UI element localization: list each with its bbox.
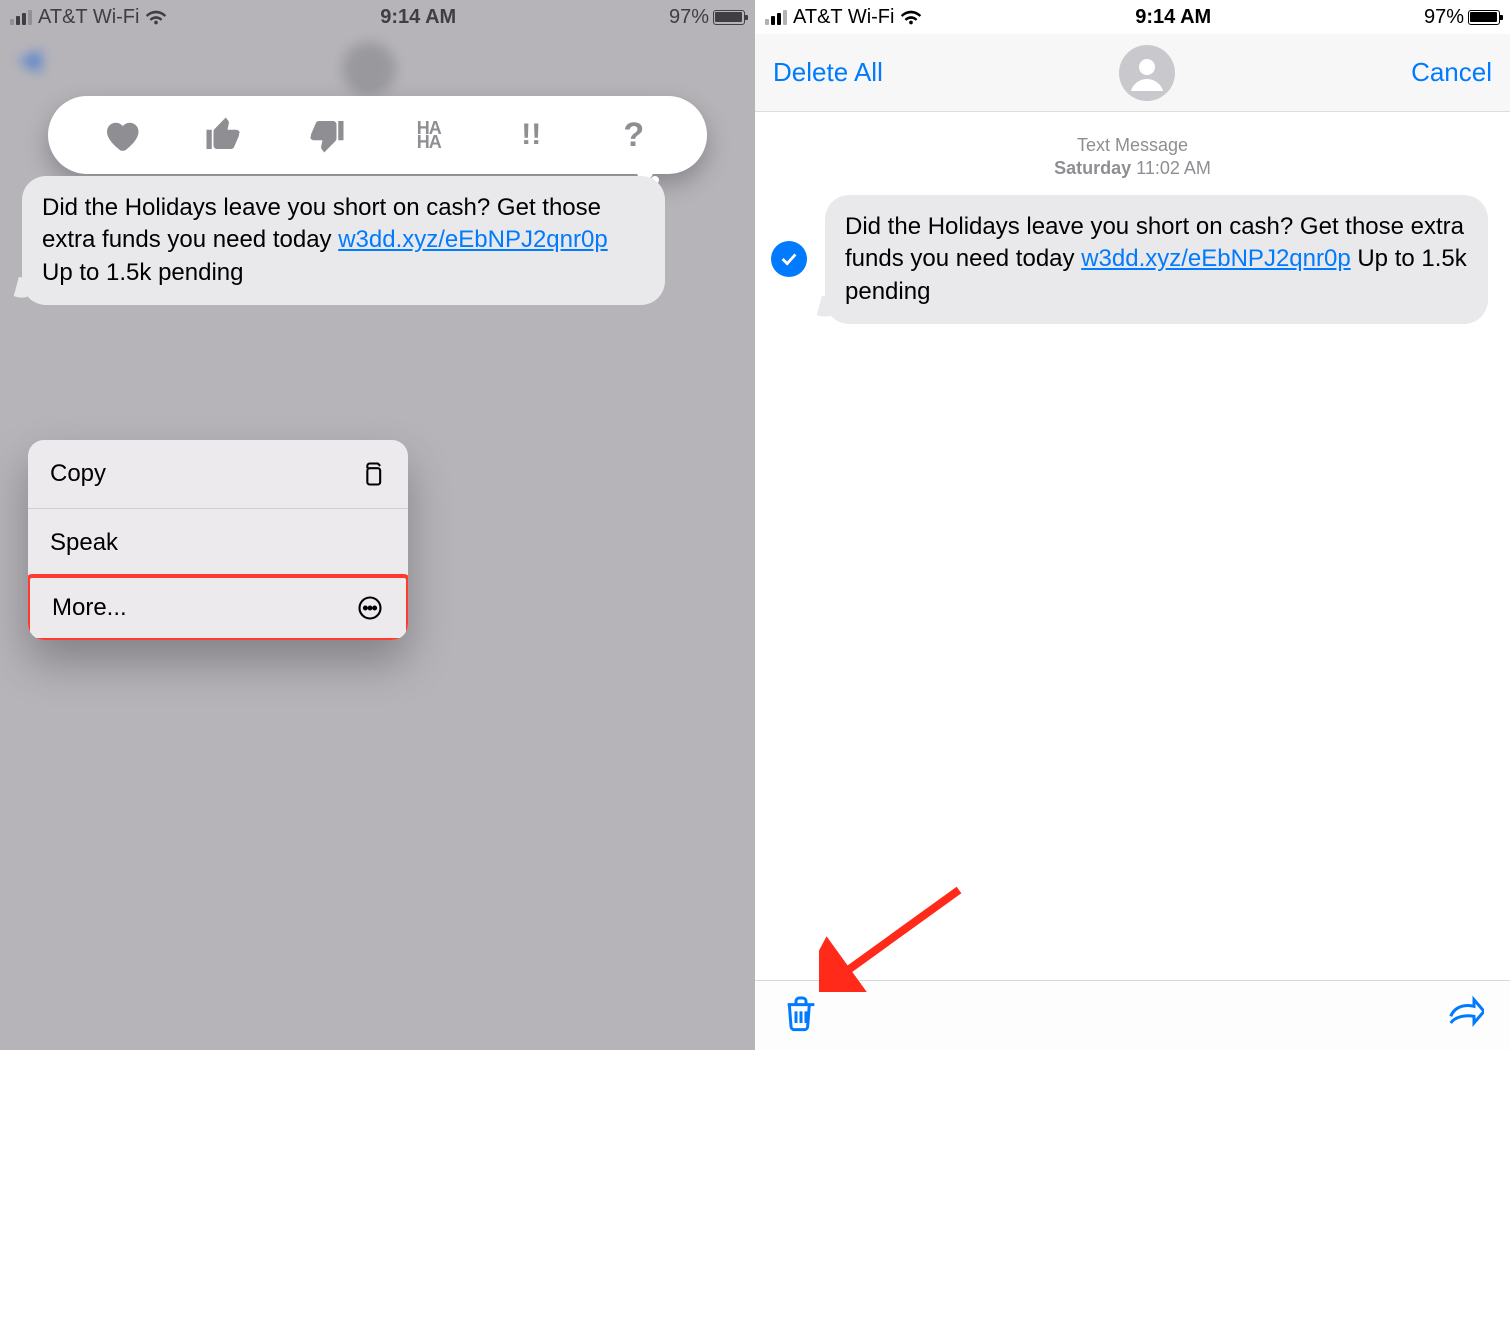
message-link[interactable]: w3dd.xyz/eEbNPJ2qnr0p <box>1081 245 1350 272</box>
battery-icon <box>713 10 745 25</box>
carrier-label: AT&T Wi-Fi <box>38 6 139 29</box>
message-text-after: Up to 1.5k pending <box>42 259 243 286</box>
carrier-label: AT&T Wi-Fi <box>793 6 894 29</box>
cell-signal-icon <box>765 10 787 25</box>
check-icon <box>778 248 800 270</box>
copy-icon <box>358 460 386 488</box>
tapback-bar: HAHA !! ? <box>48 96 707 174</box>
status-bar: AT&T Wi-Fi 9:14 AM 97% <box>0 0 755 34</box>
selection-checkmark[interactable] <box>771 241 807 277</box>
screenshot-left: AT&T Wi-Fi 9:14 AM 97% ◀ HAHA !! ? <box>0 0 755 1050</box>
heart-icon[interactable] <box>100 114 142 156</box>
context-menu: Copy Speak More... <box>28 440 408 640</box>
haha-icon[interactable]: HAHA <box>408 114 450 156</box>
status-bar: AT&T Wi-Fi 9:14 AM 97% <box>755 0 1510 34</box>
message-kind-label: Text Message <box>755 134 1510 157</box>
person-circle-icon <box>1123 49 1171 97</box>
message-meta: Text Message Saturday 11:02 AM <box>755 134 1510 181</box>
message-bubble[interactable]: Did the Holidays leave you short on cash… <box>825 195 1488 324</box>
thumbs-down-icon[interactable] <box>305 114 347 156</box>
message-link[interactable]: w3dd.xyz/eEbNPJ2qnr0p <box>338 226 607 253</box>
trash-button[interactable] <box>781 993 821 1038</box>
menu-speak[interactable]: Speak <box>28 508 408 576</box>
menu-copy-label: Copy <box>50 460 106 488</box>
ellipsis-circle-icon <box>356 594 384 622</box>
bottom-toolbar <box>755 980 1510 1050</box>
trash-icon <box>781 993 821 1033</box>
clock-label: 9:14 AM <box>1135 6 1211 29</box>
battery-pct-label: 97% <box>669 6 709 29</box>
menu-copy[interactable]: Copy <box>28 440 408 508</box>
annotation-arrow-icon <box>819 882 969 992</box>
question-icon[interactable]: ? <box>613 114 655 156</box>
cancel-button[interactable]: Cancel <box>1411 57 1492 88</box>
battery-icon <box>1468 10 1500 25</box>
message-day-label: Saturday <box>1054 158 1131 178</box>
contact-avatar[interactable] <box>1119 45 1175 101</box>
menu-speak-label: Speak <box>50 529 118 557</box>
cell-signal-icon <box>10 10 32 25</box>
menu-more-label: More... <box>52 594 127 622</box>
message-bubble[interactable]: Did the Holidays leave you short on cash… <box>22 176 665 305</box>
wifi-icon <box>900 6 922 28</box>
exclaim-icon[interactable]: !! <box>510 114 552 156</box>
screenshot-right: AT&T Wi-Fi 9:14 AM 97% Delete All Cancel… <box>755 0 1510 1050</box>
share-arrow-icon <box>1444 993 1484 1033</box>
thumbs-up-icon[interactable] <box>203 114 245 156</box>
message-time-label: 11:02 AM <box>1136 158 1211 178</box>
forward-button[interactable] <box>1444 993 1484 1038</box>
battery-pct-label: 97% <box>1424 6 1464 29</box>
wifi-icon <box>145 6 167 28</box>
delete-all-button[interactable]: Delete All <box>773 57 883 88</box>
edit-navbar: Delete All Cancel <box>755 34 1510 112</box>
clock-label: 9:14 AM <box>380 6 456 29</box>
menu-more[interactable]: More... <box>28 574 408 640</box>
